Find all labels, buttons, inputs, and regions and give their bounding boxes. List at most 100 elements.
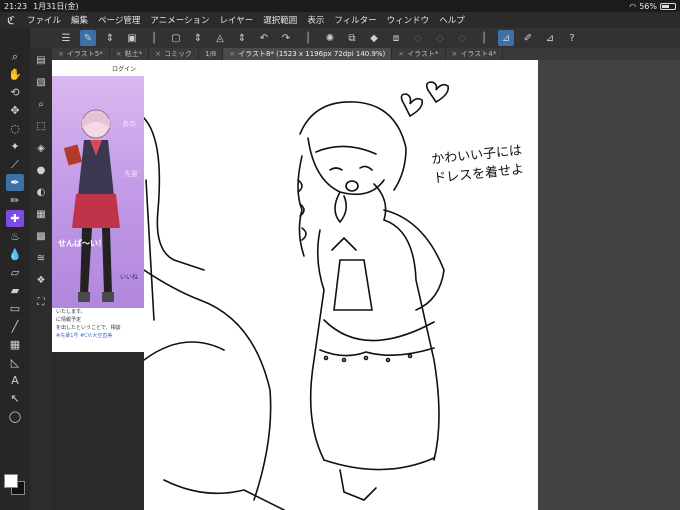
- fill-icon[interactable]: ◆: [366, 30, 382, 46]
- bucket-icon[interactable]: ◬: [212, 30, 228, 46]
- brush-size-icon[interactable]: ●: [32, 162, 50, 179]
- chevron-updown-icon-3[interactable]: ⇕: [234, 30, 250, 46]
- color-wheel-icon[interactable]: ◐: [32, 184, 50, 201]
- reference-line: に情報予定: [56, 317, 82, 323]
- tab-label: 1/8: [204, 50, 217, 58]
- tab-illust4[interactable]: × イラスト4*: [446, 48, 504, 60]
- drawing-canvas[interactable]: かわいい子には ドレスを着せよ: [144, 60, 538, 510]
- rotate-icon[interactable]: ⟲: [6, 84, 24, 101]
- menu-filter[interactable]: フィルター: [329, 14, 381, 26]
- tab-illust5[interactable]: × イラスト5*: [52, 48, 110, 60]
- command-toolbar: ☰ ✎ ⇕ ▣ │ ▢ ⇕ ◬ ⇕ ↶ ↷ │ ✺ ⧉ ◆ ⧈ ◇ ◇ ◇ │ …: [22, 28, 680, 48]
- balloon-icon[interactable]: ◯: [6, 408, 24, 425]
- brush-icon[interactable]: ✐: [520, 30, 536, 46]
- reference-panel[interactable]: ログイン あの 先輩 せんぱ〜い！ いいね いたします。 に情報予定 を出したと…: [52, 60, 144, 352]
- menu-list-icon[interactable]: ☰: [58, 30, 74, 46]
- layer-property-icon[interactable]: ◈: [32, 140, 50, 157]
- tab-comic[interactable]: × コミック: [149, 48, 199, 60]
- tab-illust[interactable]: × イラスト*: [392, 48, 446, 60]
- frame-icon[interactable]: ▦: [6, 336, 24, 353]
- tab-page-count: 1/8: [199, 48, 224, 60]
- redo-icon[interactable]: ↷: [278, 30, 294, 46]
- fill-tool-icon[interactable]: ▰: [6, 282, 24, 299]
- operation-icon[interactable]: ↖: [6, 390, 24, 407]
- reference-hashtags[interactable]: #先輩1号 #CV:大空直美: [56, 332, 140, 340]
- close-icon[interactable]: ×: [452, 50, 458, 58]
- help-icon[interactable]: ?: [564, 30, 580, 46]
- reference-icon[interactable]: ⛶: [32, 294, 50, 311]
- eyedropper-icon[interactable]: ⟋: [6, 156, 24, 173]
- foreground-color[interactable]: [4, 474, 18, 488]
- reference-line: いたします。: [56, 309, 86, 315]
- like-button[interactable]: いいね: [120, 272, 138, 281]
- close-icon[interactable]: ×: [155, 50, 161, 58]
- disabled-icon-1: ◇: [414, 32, 422, 44]
- panel-rail: ▤ ▧ ⌕ ⬚ ◈ ● ◐ ▦ ▩ ≋ ❖ ⛶: [30, 48, 52, 510]
- hand-icon[interactable]: ✋: [6, 66, 24, 83]
- layer-settings-icon[interactable]: ▣: [124, 30, 140, 46]
- menu-layer[interactable]: レイヤー: [215, 14, 259, 26]
- tool-palette: ⌕ ✋ ⟲ ✥ ◌ ✦ ⟋ ✒ ✏ ✚ ♨ 💧 ▱ ▰ ▭ ╱ ▦ ◺ A ↖ …: [0, 28, 30, 510]
- decoration-icon[interactable]: ✚: [6, 210, 24, 227]
- panel-toggle-icon[interactable]: ▤: [32, 52, 50, 69]
- pencil-icon[interactable]: ✏: [6, 192, 24, 209]
- layers-icon[interactable]: ≋: [32, 250, 50, 267]
- sub-tool-icon[interactable]: ⬚: [32, 118, 50, 135]
- search-icon[interactable]: ⌕: [32, 96, 50, 113]
- text-icon[interactable]: A: [6, 372, 24, 389]
- chevron-updown-icon-2[interactable]: ⇕: [190, 30, 206, 46]
- menu-edit[interactable]: 編集: [66, 14, 93, 26]
- close-icon[interactable]: ×: [116, 50, 122, 58]
- copy-icon[interactable]: ⧉: [344, 30, 360, 46]
- separator-2: │: [304, 32, 312, 44]
- close-icon[interactable]: ×: [398, 50, 404, 58]
- intermediate-color-icon[interactable]: ▩: [32, 228, 50, 245]
- color-swatches[interactable]: [4, 474, 26, 496]
- ruler-icon[interactable]: ⊿: [498, 30, 514, 46]
- close-icon[interactable]: ×: [58, 50, 64, 58]
- line-icon[interactable]: ╱: [6, 318, 24, 335]
- app-logo-icon[interactable]: ℭ: [0, 14, 22, 27]
- transform-icon[interactable]: ⧈: [388, 30, 404, 46]
- tab-label: イラスト4*: [460, 50, 497, 58]
- zoom-icon[interactable]: ⌕: [6, 48, 24, 65]
- tab-label: コミック: [163, 50, 192, 58]
- edit-mode-icon[interactable]: ✎: [80, 30, 96, 46]
- separator-3: │: [480, 32, 488, 44]
- menu-help[interactable]: ヘルプ: [434, 14, 470, 26]
- pen-icon[interactable]: ✒: [6, 174, 24, 191]
- login-link[interactable]: ログイン: [112, 64, 136, 73]
- reference-line: を出したということで、相談: [56, 325, 121, 331]
- new-canvas-icon[interactable]: ▢: [168, 30, 184, 46]
- status-right: ◠ 56%: [629, 2, 676, 11]
- close-icon[interactable]: ×: [229, 50, 235, 58]
- ruler-tool-icon[interactable]: ◺: [6, 354, 24, 371]
- menu-animation[interactable]: アニメーション: [145, 14, 214, 26]
- loading-icon[interactable]: ✺: [322, 30, 338, 46]
- canvas-area[interactable]: かわいい子には ドレスを着せよ: [144, 60, 680, 510]
- wifi-icon: ◠: [629, 1, 637, 11]
- material-icon[interactable]: ❖: [32, 272, 50, 289]
- document-tabs: × イラスト5* × 粘土* × コミック 1/8 × イラスト8* (1523 x 1…: [52, 48, 680, 60]
- undo-icon[interactable]: ↶: [256, 30, 272, 46]
- color-set-icon[interactable]: ▦: [32, 206, 50, 223]
- menu-selection[interactable]: 選択範囲: [258, 14, 302, 26]
- magic-wand-icon[interactable]: ✦: [6, 138, 24, 155]
- menu-file[interactable]: ファイル: [22, 14, 66, 26]
- tab-illust8[interactable]: × イラスト8* (1523 x 1196px 72dpi 140.9%): [223, 48, 393, 60]
- menu-view[interactable]: 表示: [302, 14, 329, 26]
- move-icon[interactable]: ✥: [6, 102, 24, 119]
- blend-icon[interactable]: 💧: [6, 246, 24, 263]
- airbrush-icon[interactable]: ♨: [6, 228, 24, 245]
- lasso-icon[interactable]: ◌: [6, 120, 24, 137]
- ruler-alt-icon[interactable]: ⊿: [542, 30, 558, 46]
- eraser-icon[interactable]: ▱: [6, 264, 24, 281]
- disabled-icon-3: ◇: [458, 32, 466, 44]
- reference-character-illustration: あの 先輩: [63, 109, 138, 302]
- menu-page[interactable]: ページ管理: [93, 14, 145, 26]
- navigator-icon[interactable]: ▧: [32, 74, 50, 91]
- gradient-icon[interactable]: ▭: [6, 300, 24, 317]
- tab-clay[interactable]: × 粘土*: [110, 48, 150, 60]
- chevron-updown-icon[interactable]: ⇕: [102, 30, 118, 46]
- menu-window[interactable]: ウィンドウ: [382, 14, 435, 26]
